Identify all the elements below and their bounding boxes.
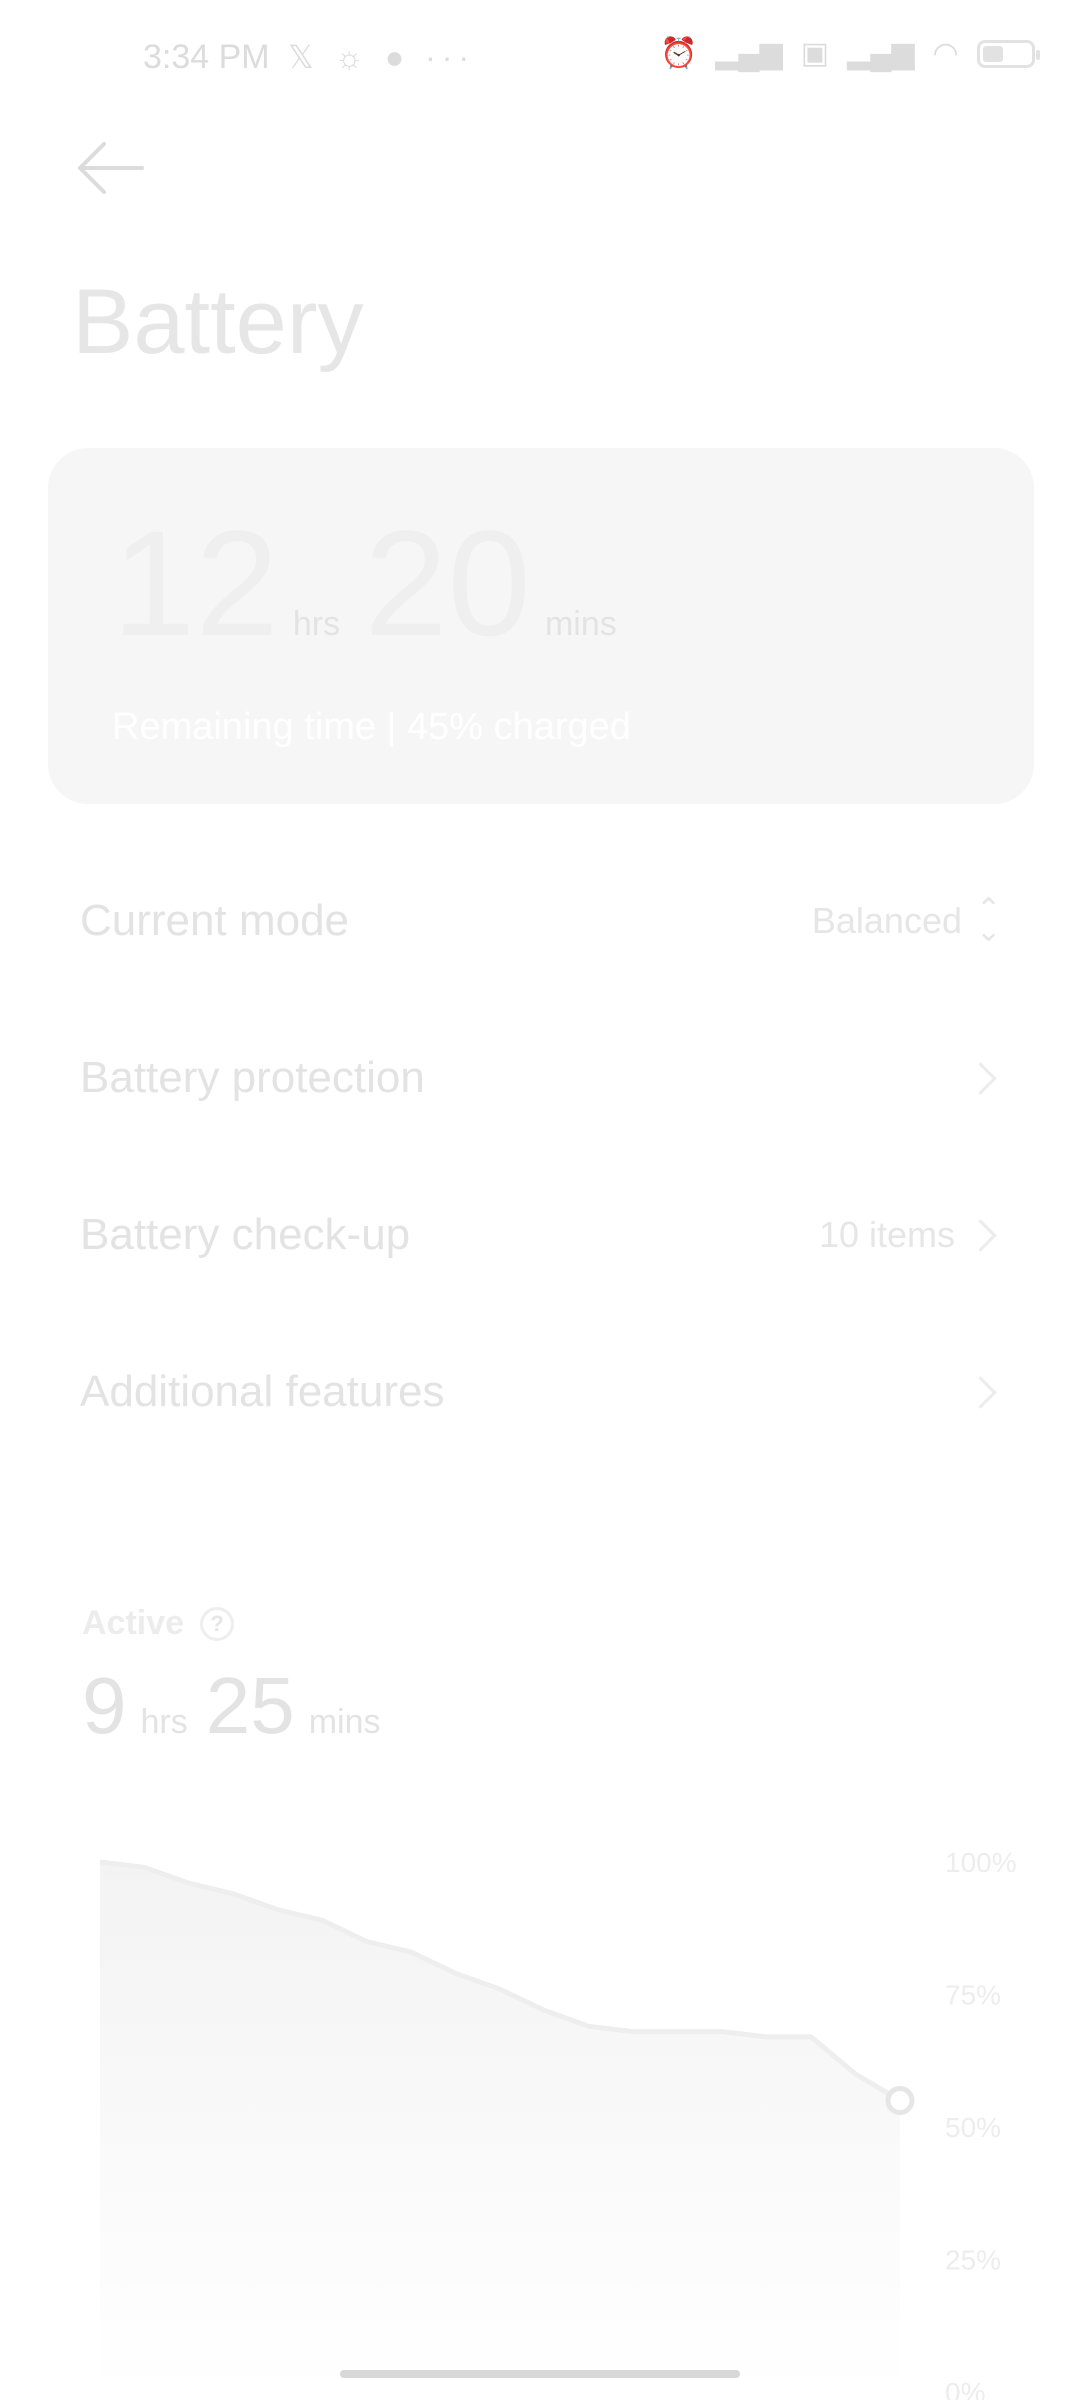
- remaining-hours: 12: [112, 499, 279, 667]
- chevron-right-icon: [964, 1061, 997, 1095]
- page-title: Battery: [72, 271, 364, 373]
- active-hours-unit: hrs: [140, 1703, 188, 1741]
- remaining-subtitle: Remaining time | 45% charged: [112, 706, 631, 748]
- battery-protection-row[interactable]: Battery protection: [80, 1023, 1000, 1133]
- active-minutes-unit: mins: [308, 1703, 381, 1741]
- chart-current-point: [885, 2086, 915, 2115]
- home-indicator[interactable]: [340, 2370, 740, 2378]
- chat-icon: ●: [384, 39, 411, 75]
- y-tick-label: 0%: [945, 2377, 985, 2400]
- additional-features-label: Additional features: [80, 1367, 445, 1416]
- battery-checkup-value: 10 items: [818, 1214, 955, 1255]
- remaining-minutes: 20: [364, 499, 531, 667]
- remaining-time-value: 12 hrs 20 mins: [112, 508, 641, 699]
- y-tick-label: 75%: [945, 1980, 1001, 2011]
- signal-icon: ▂▄▆: [715, 37, 783, 70]
- remaining-time-card: 12 hrs 20 mins Remaining time | 45% charged: [48, 448, 1034, 804]
- y-tick-label: 100%: [945, 1847, 1017, 1878]
- alarm-icon: ⏰: [660, 37, 698, 70]
- x-icon: 𝕏: [288, 39, 320, 75]
- battery-level-chart: 100% 75% 50% 25% 0%: [99, 1847, 1017, 2400]
- current-mode-row[interactable]: Current mode Balanced ⌃ ⌄: [80, 866, 1002, 976]
- current-mode-value: Balanced: [811, 900, 962, 941]
- y-tick-label: 25%: [945, 2245, 1001, 2276]
- more-icon: ···: [425, 39, 476, 75]
- back-arrow-icon[interactable]: [76, 140, 146, 196]
- battery-protection-label: Battery protection: [80, 1053, 425, 1102]
- chart-area: [99, 1859, 915, 2392]
- active-hours: 9: [82, 1661, 127, 1750]
- current-mode-label: Current mode: [80, 896, 350, 945]
- active-minutes: 25: [205, 1661, 295, 1750]
- volte-icon: ▣: [800, 37, 830, 70]
- status-time: 3:34 PM: [143, 38, 270, 76]
- chevron-right-icon: [964, 1218, 997, 1252]
- battery-fill: [982, 45, 1003, 62]
- wifi-icon: ◠: [932, 37, 959, 70]
- remaining-minutes-unit: mins: [544, 605, 617, 643]
- battery-checkup-label: Battery check-up: [80, 1210, 411, 1259]
- signal-icon: ▂▄▆: [847, 37, 915, 70]
- remaining-hours-unit: hrs: [292, 605, 341, 643]
- status-left-icons: 𝕏 ☼ ● ···: [288, 38, 475, 76]
- chart-area-fill: [100, 1862, 900, 2392]
- active-time: 9 hrs 25 mins: [82, 1660, 399, 1752]
- battery-checkup-row[interactable]: Battery check-up 10 items: [80, 1180, 1000, 1290]
- chevron-right-icon: [964, 1375, 997, 1409]
- sunrise-icon: ☼: [334, 39, 370, 75]
- status-bar: 3:34 PM 𝕏 ☼ ● ··· ⏰ ▂▄▆ ▣ ▂▄▆ ◠: [0, 0, 1080, 120]
- status-right-icons: ⏰ ▂▄▆ ▣ ▂▄▆ ◠: [660, 36, 1040, 71]
- active-label: Active ?: [82, 1604, 235, 1643]
- chart-y-ticks: 100% 75% 50% 25% 0%: [945, 1847, 1017, 2400]
- active-label-text: Active: [82, 1604, 185, 1642]
- additional-features-row[interactable]: Additional features: [80, 1337, 1000, 1447]
- battery-icon: [976, 39, 1040, 68]
- up-down-icon: ⌃ ⌄: [976, 893, 1002, 948]
- y-tick-label: 50%: [945, 2112, 1001, 2143]
- help-icon[interactable]: ?: [200, 1606, 235, 1641]
